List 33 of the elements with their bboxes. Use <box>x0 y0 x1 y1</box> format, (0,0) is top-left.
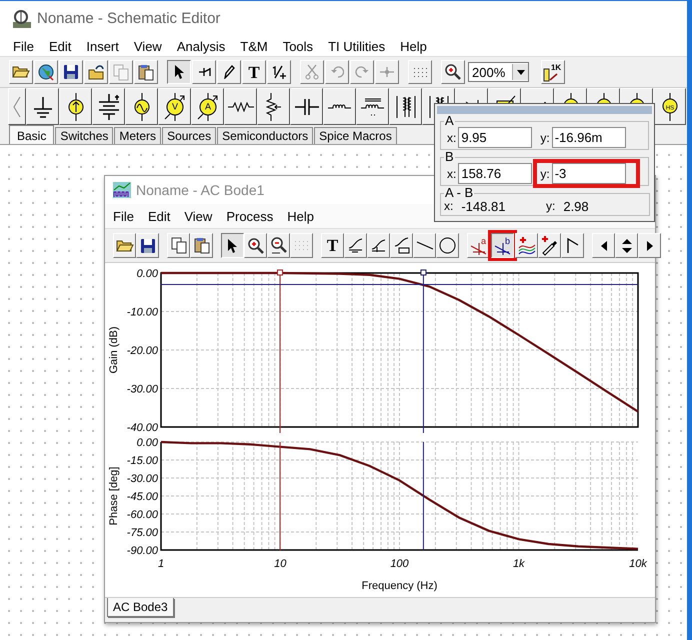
window-title: Noname - Schematic Editor <box>37 10 220 27</box>
axis-title: Gain (dB) <box>108 326 120 374</box>
axis-title: Frequency (Hz) <box>362 580 438 592</box>
tick-label: -15.00 <box>126 455 158 468</box>
tick-label: 100 <box>390 558 409 570</box>
tick-label: 1 <box>158 558 164 570</box>
group-label: A <box>444 115 455 127</box>
tick-label: 10 <box>274 558 286 570</box>
tick-label: -40.00 <box>126 422 158 434</box>
field-label: x: <box>447 130 456 144</box>
difference-value: -148.81 <box>461 199 506 214</box>
tick-label: -10.00 <box>126 306 158 319</box>
tick-label: -30.00 <box>126 473 158 486</box>
tick-label: -60.00 <box>126 509 158 522</box>
field-label: y: <box>540 166 550 180</box>
field-label: y: <box>546 199 556 214</box>
window-title: Noname - AC Bode1 <box>136 182 264 198</box>
field-label: x: <box>447 166 456 180</box>
tick-label: -75.00 <box>126 527 158 540</box>
field-label: y: <box>540 130 550 144</box>
tick-label: 10k <box>629 558 647 570</box>
tick-label: -90.00 <box>126 545 158 558</box>
tick-label: -45.00 <box>126 491 158 504</box>
tick-label: 1k <box>512 558 525 570</box>
tick-label: 0.00 <box>136 437 158 450</box>
tick-label: -30.00 <box>126 384 158 396</box>
field-label: x: <box>444 199 454 214</box>
axis-title: Phase [deg] <box>108 467 120 526</box>
group-label: A - B <box>444 187 474 199</box>
tick-label: -20.00 <box>126 345 158 358</box>
group-label: B <box>444 151 455 163</box>
difference-value: 2.98 <box>563 199 589 214</box>
tick-label: 0.00 <box>136 268 158 280</box>
